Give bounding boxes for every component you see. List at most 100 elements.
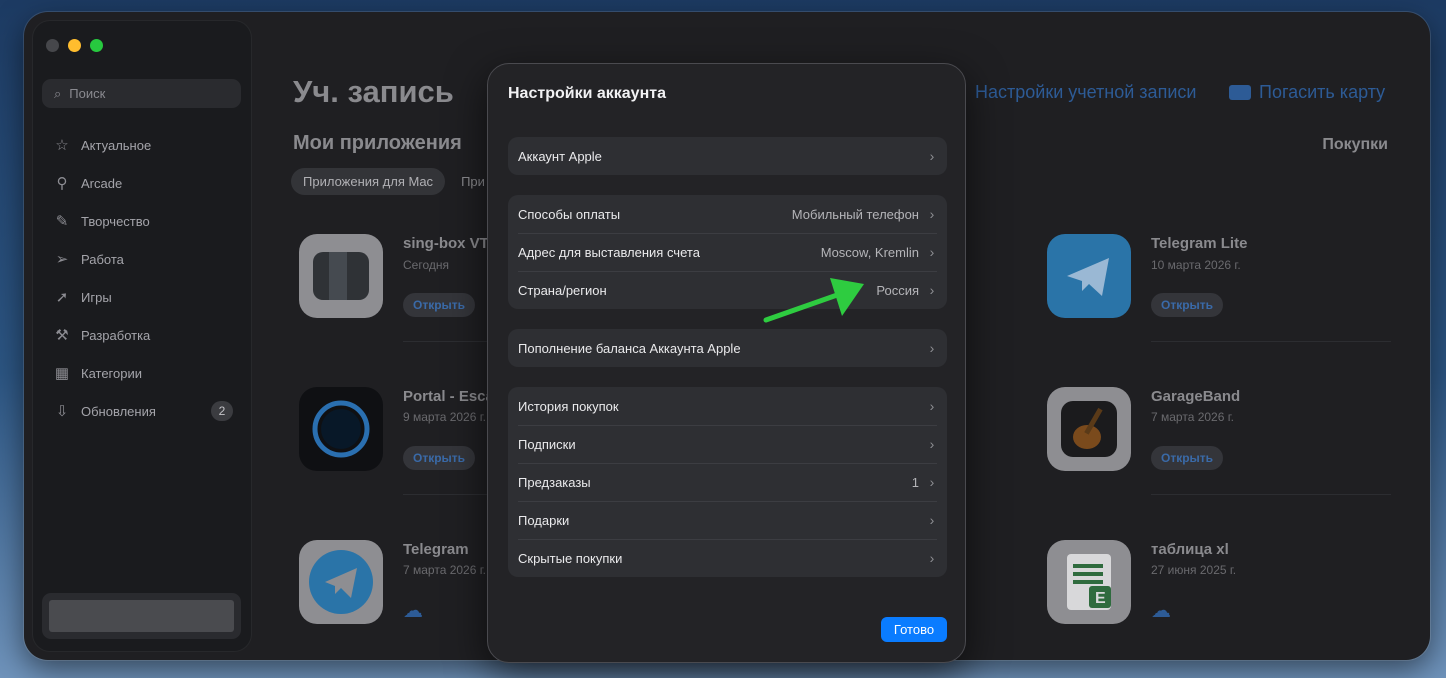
app-name: GarageBand [1151, 388, 1241, 405]
sidebar-item-label: Обновления [81, 403, 156, 419]
chevron-right-icon: › [929, 550, 935, 566]
annotation-arrow-icon [763, 278, 864, 323]
redacted-account-name [49, 600, 234, 632]
row-label: Скрытые покупки [518, 550, 623, 566]
row-gifts[interactable]: Подарки › [508, 501, 947, 539]
row-purchase-history[interactable]: История покупок › [508, 387, 947, 425]
sidebar-item-label: Игры [81, 289, 112, 305]
settings-group-purchases: История покупок › Подписки › Предзаказы … [508, 387, 947, 577]
section-title: Мои приложения [293, 132, 462, 154]
app-name: Telegram Lite [1151, 235, 1248, 252]
sidebar-item-games[interactable]: ➚ Игры [51, 284, 233, 310]
settings-group-account: Аккаунт Apple › [508, 137, 947, 175]
done-button[interactable]: Готово [881, 617, 947, 642]
app-date: Сегодня [403, 258, 449, 272]
app-date: 9 марта 2026 г. [403, 410, 486, 424]
search-placeholder: Поиск [69, 86, 106, 101]
open-button[interactable]: Открыть [1151, 293, 1224, 317]
row-value: Мобильный телефон [791, 206, 919, 222]
app-name: Telegram [403, 541, 469, 558]
app-date: 27 июня 2025 г. [1151, 563, 1237, 577]
sidebar-item-label: Arcade [81, 175, 123, 191]
row-label: Страна/регион [518, 282, 607, 298]
cloud-download-icon[interactable]: ☁ [403, 598, 423, 623]
app-date: 10 марта 2026 г. [1151, 258, 1241, 272]
chevron-right-icon: › [929, 512, 935, 528]
gift-card-icon [1229, 85, 1251, 100]
search-field[interactable]: ⌕ Поиск [42, 79, 241, 108]
divider [1151, 341, 1391, 342]
close-window-button[interactable] [46, 39, 59, 52]
row-value: 1 [911, 474, 919, 490]
segment-control: Приложения для Mac При [291, 168, 497, 195]
account-settings-link[interactable]: Настройки учетной записи [975, 82, 1196, 103]
updates-count-badge: 2 [211, 401, 233, 421]
portal-app-icon [299, 387, 383, 471]
sidebar-item-create[interactable]: ✎ Творчество [51, 208, 233, 234]
sidebar-item-arcade[interactable]: ⚲ Arcade [51, 170, 233, 196]
telegram-lite-app-icon [1047, 234, 1131, 318]
open-button[interactable]: Открыть [1151, 446, 1224, 470]
sidebar-item-categories[interactable]: ▦ Категории [51, 360, 233, 386]
sidebar-item-develop[interactable]: ⚒ Разработка [51, 322, 233, 348]
chevron-right-icon: › [929, 474, 935, 490]
divider [403, 494, 493, 495]
sidebar-item-label: Творчество [81, 213, 150, 229]
search-icon: ⌕ [54, 85, 62, 101]
sidebar: ⌕ Поиск ☆ Актуальное ⚲ Arcade ✎ Творчест… [32, 20, 252, 652]
sheet-title: Настройки аккаунта [508, 85, 666, 102]
row-preorders[interactable]: Предзаказы 1 › [508, 463, 947, 501]
chevron-right-icon: › [929, 148, 935, 164]
brush-icon: ✎ [55, 213, 69, 230]
row-subscriptions[interactable]: Подписки › [508, 425, 947, 463]
row-country-region[interactable]: Страна/регион Россия › [508, 271, 947, 309]
divider [403, 341, 493, 342]
traffic-lights [46, 39, 103, 52]
app-name: sing-box VT [403, 235, 489, 252]
sidebar-item-label: Работа [81, 251, 124, 267]
hammer-icon: ⚒ [55, 327, 69, 344]
segment-mac-apps[interactable]: Приложения для Mac [291, 168, 446, 195]
purchases-heading: Покупки [1322, 136, 1388, 153]
chevron-right-icon: › [929, 282, 935, 298]
row-value: Moscow, Kremlin [820, 244, 919, 260]
settings-group-payment: Способы оплаты Мобильный телефон › Адрес… [508, 195, 947, 309]
sidebar-item-work[interactable]: ➢ Работа [51, 246, 233, 272]
download-icon: ⇩ [55, 403, 69, 420]
row-label: Аккаунт Apple [518, 148, 602, 164]
chevron-right-icon: › [929, 340, 935, 356]
rocket-icon: ➚ [55, 289, 69, 306]
row-payment-methods[interactable]: Способы оплаты Мобильный телефон › [508, 195, 947, 233]
sidebar-item-discover[interactable]: ☆ Актуальное [51, 132, 233, 158]
telegram-app-icon [299, 540, 383, 624]
sidebar-item-label: Актуальное [81, 137, 152, 153]
paperplane-icon: ➢ [55, 251, 69, 268]
joystick-icon: ⚲ [56, 175, 68, 192]
sing-box-app-icon [299, 234, 383, 318]
row-value: Россия [876, 282, 919, 298]
cloud-download-icon[interactable]: ☁ [1151, 598, 1171, 623]
zoom-window-button[interactable] [90, 39, 103, 52]
grid-icon: ▦ [54, 365, 70, 382]
row-label: Подарки [518, 512, 570, 528]
redeem-card-link[interactable]: Погасить карту [1229, 82, 1385, 103]
sidebar-item-label: Категории [81, 365, 142, 381]
app-name: Portal - Esca [403, 388, 494, 405]
app-date: 7 марта 2026 г. [1151, 410, 1234, 424]
row-billing-address[interactable]: Адрес для выставления счета Moscow, Krem… [508, 233, 947, 271]
minimize-window-button[interactable] [68, 39, 81, 52]
row-label: История покупок [518, 398, 619, 414]
row-add-funds[interactable]: Пополнение баланса Аккаунта Apple › [508, 329, 947, 367]
open-button[interactable]: Открыть [403, 293, 476, 317]
row-hidden-purchases[interactable]: Скрытые покупки › [508, 539, 947, 577]
row-apple-account[interactable]: Аккаунт Apple › [508, 137, 947, 175]
row-label: Способы оплаты [518, 206, 621, 222]
sidebar-item-updates[interactable]: ⇩ Обновления 2 [51, 398, 233, 424]
chevron-right-icon: › [929, 398, 935, 414]
open-button[interactable]: Открыть [403, 446, 476, 470]
app-name: таблица xl [1151, 541, 1229, 558]
settings-group-topup: Пополнение баланса Аккаунта Apple › [508, 329, 947, 367]
account-button[interactable] [42, 593, 241, 639]
row-label: Адрес для выставления счета [518, 244, 700, 260]
row-label: Пополнение баланса Аккаунта Apple [518, 340, 741, 356]
